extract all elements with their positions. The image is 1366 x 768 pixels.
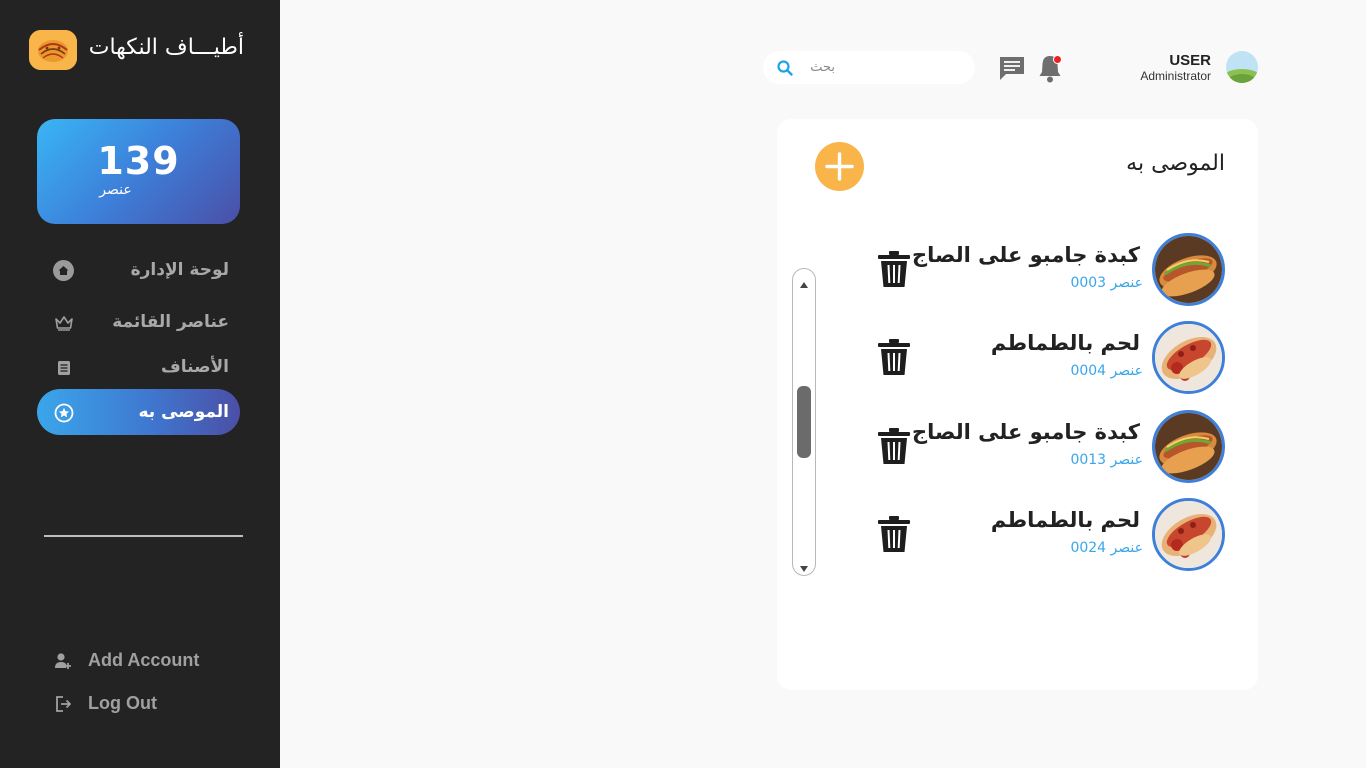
sidebar-divider — [44, 535, 243, 537]
food-logo-icon — [29, 30, 77, 70]
messages-icon[interactable] — [998, 55, 1026, 81]
scroll-up-arrow-icon[interactable] — [799, 275, 809, 288]
search-icon[interactable] — [776, 59, 794, 77]
crown-icon — [53, 312, 74, 333]
scrollbar-thumb[interactable] — [797, 386, 811, 458]
add-account-button[interactable]: Add Account — [54, 647, 224, 673]
scroll-down-arrow-icon[interactable] — [799, 559, 809, 572]
add-account-label: Add Account — [88, 650, 200, 670]
avatar[interactable] — [1226, 51, 1258, 83]
page-title: الموصى به — [1126, 151, 1225, 176]
item-image — [1152, 498, 1225, 571]
user-name: USER — [1169, 52, 1211, 69]
list-item: كبدة جامبو على الصاج عنصر 0003 — [777, 229, 1258, 309]
delete-icon[interactable] — [877, 338, 911, 376]
item-code: عنصر 0003 — [1070, 275, 1143, 291]
item-code: عنصر 0024 — [1070, 540, 1143, 556]
sidebar-item-menu-items[interactable]: عناصر القائمة — [37, 299, 240, 345]
log-out-label: Log Out — [88, 693, 157, 713]
sidebar-item-label: الموصى به — [138, 402, 229, 422]
list-item: كبدة جامبو على الصاج عنصر 0013 — [777, 406, 1258, 486]
sidebar-item-categories[interactable]: الأصناف — [37, 344, 240, 390]
recommended-list: كبدة جامبو على الصاج عنصر 0003 لحم بالطم… — [777, 229, 1258, 589]
item-image — [1152, 233, 1225, 306]
delete-icon[interactable] — [877, 250, 911, 288]
items-count-card: 139 عنصر — [37, 119, 240, 224]
delete-icon[interactable] — [877, 427, 911, 465]
recommended-panel: الموصى به كبدة جامبو على الصاج عنصر 0003… — [777, 119, 1258, 690]
item-image — [1152, 410, 1225, 483]
item-code: عنصر 0004 — [1070, 363, 1143, 379]
search-input[interactable] — [799, 55, 965, 80]
sidebar-item-label: الأصناف — [161, 357, 229, 377]
brand: أطيـــاف النكهات — [29, 28, 244, 72]
log-out-button[interactable]: Log Out — [54, 690, 184, 716]
item-name: لحم بالطماطم — [990, 331, 1140, 355]
add-user-icon — [54, 652, 72, 670]
home-icon — [53, 260, 74, 281]
document-icon — [53, 357, 74, 378]
log-out-icon — [54, 695, 72, 713]
item-name: كبدة جامبو على الصاج — [912, 243, 1140, 267]
brand-name: أطيـــاف النكهات — [88, 35, 244, 60]
list-item: لحم بالطماطم عنصر 0004 — [777, 317, 1258, 397]
user-role: Administrator — [1140, 69, 1211, 83]
item-image — [1152, 321, 1225, 394]
item-name: لحم بالطماطم — [990, 508, 1140, 532]
list-scrollbar[interactable] — [792, 268, 816, 576]
list-item: لحم بالطماطم عنصر 0024 — [777, 494, 1258, 574]
sidebar-item-dashboard[interactable]: لوحة الإدارة — [37, 247, 240, 293]
sidebar-item-label: لوحة الإدارة — [130, 260, 229, 280]
notification-badge — [1053, 55, 1062, 64]
item-name: كبدة جامبو على الصاج — [912, 420, 1140, 444]
star-icon — [53, 402, 74, 423]
search-bar — [763, 51, 975, 84]
items-count-label: عنصر — [99, 182, 132, 198]
item-code: عنصر 0013 — [1070, 452, 1143, 468]
sidebar: أطيـــاف النكهات 139 عنصر لوحة الإدارة ع… — [0, 0, 280, 768]
sidebar-item-label: عناصر القائمة — [112, 312, 229, 332]
items-count-value: 139 — [97, 139, 180, 183]
add-item-button[interactable] — [815, 142, 864, 191]
sidebar-item-recommended[interactable]: الموصى به — [37, 389, 240, 435]
delete-icon[interactable] — [877, 515, 911, 553]
